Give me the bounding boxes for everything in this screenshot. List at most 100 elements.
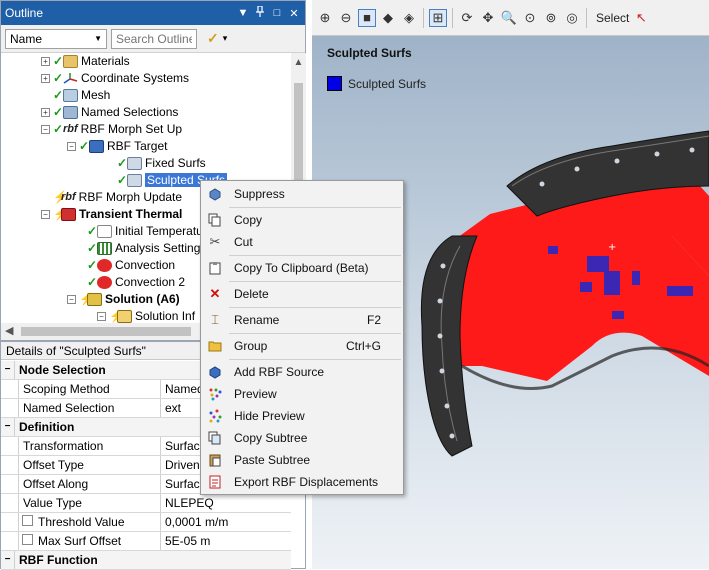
details-row-max-surf-offset[interactable]: Max Surf Offset 5E-05 m bbox=[1, 532, 291, 551]
menu-item-copy-to-clipboard[interactable]: Copy To Clipboard (Beta) bbox=[201, 257, 403, 279]
collapse-icon[interactable]: − bbox=[1, 361, 15, 379]
check-status-icon: ✓ bbox=[87, 258, 98, 272]
tree-item-label: Coordinate Systems bbox=[81, 71, 190, 85]
expand-icon[interactable]: + bbox=[41, 56, 50, 66]
panel-menu-icon[interactable]: ▼ bbox=[236, 7, 250, 19]
tree-item-transient-thermal[interactable]: − ⚡ Transient Thermal bbox=[41, 206, 182, 222]
shaded-view-icon[interactable]: ◆ bbox=[379, 9, 397, 27]
details-key: Scoping Method bbox=[19, 380, 161, 398]
menu-item-cut[interactable]: ✂ Cut bbox=[201, 231, 403, 253]
zoom-out-icon[interactable]: ⊖ bbox=[337, 9, 355, 27]
collapse-icon[interactable]: − bbox=[41, 124, 50, 134]
rbf-icon: rbf bbox=[63, 123, 78, 135]
menu-item-delete[interactable]: ✕ Delete bbox=[201, 283, 403, 305]
details-row-value-type[interactable]: Value Type NLEPEQ bbox=[1, 494, 291, 513]
delete-icon: ✕ bbox=[209, 286, 221, 301]
select-cursor-icon[interactable]: ↖ bbox=[632, 9, 650, 27]
rbf-icon: rbf bbox=[61, 191, 76, 203]
tree-item-initial-temperature[interactable]: ✓ Initial Temperatu bbox=[87, 223, 203, 239]
mesh-icon bbox=[63, 88, 78, 102]
menu-item-preview[interactable]: Preview bbox=[201, 383, 403, 405]
details-row-threshold-value[interactable]: Threshold Value 0,0001 m/m bbox=[1, 513, 291, 532]
tree-item-solution-information[interactable]: − ⚡ Solution Inf bbox=[97, 308, 195, 323]
check-status-icon: ✓ bbox=[117, 173, 128, 187]
menu-item-paste-subtree[interactable]: Paste Subtree bbox=[201, 449, 403, 471]
convection-icon bbox=[97, 275, 112, 289]
transient-thermal-icon bbox=[61, 207, 76, 221]
tree-item-rbf-target[interactable]: − ✓ RBF Target bbox=[67, 138, 167, 154]
details-value[interactable]: NLEPEQ bbox=[161, 494, 291, 512]
graphics-toolbar: ⊕ ⊖ ■ ◆ ◈ ⊞ ⟳ ✥ 🔍 ⊙ ⊚ ◎ Select ↖ bbox=[312, 0, 709, 36]
menu-item-add-rbf-source[interactable]: Add RBF Source bbox=[201, 361, 403, 383]
menu-item-copy-subtree[interactable]: Copy Subtree bbox=[201, 427, 403, 449]
tree-item-coordinate-systems[interactable]: + ✓ Coordinate Systems bbox=[41, 70, 189, 86]
tree-item-rbf-morph-update[interactable]: ⚡ rbf RBF Morph Update bbox=[53, 189, 182, 205]
group-icon bbox=[207, 338, 223, 354]
dropdown-arrow-icon[interactable]: ▾ bbox=[223, 33, 228, 44]
lightning-status-icon: ⚡ bbox=[109, 309, 124, 323]
zoom-icon[interactable]: 🔍 bbox=[500, 9, 518, 27]
search-outline-input[interactable] bbox=[111, 28, 197, 49]
collapse-icon[interactable]: − bbox=[41, 209, 50, 219]
viewport-legend: Sculpted Surfs bbox=[327, 76, 426, 91]
section-label: RBF Function bbox=[19, 553, 98, 567]
menu-item-export-rbf-displacements[interactable]: Export RBF Displacements bbox=[201, 471, 403, 493]
menu-item-rename[interactable]: ⌶ Rename F2 bbox=[201, 309, 403, 331]
details-key: Transformation bbox=[19, 437, 161, 455]
box-zoom-icon[interactable]: ⊙ bbox=[521, 9, 539, 27]
zoom-to-fit-icon[interactable]: ⊚ bbox=[542, 9, 560, 27]
tree-item-label: Mesh bbox=[81, 88, 111, 102]
select-mode-label[interactable]: Select bbox=[596, 11, 629, 25]
collapse-icon[interactable]: − bbox=[1, 418, 15, 436]
context-menu: Suppress Copy ✂ Cut Copy To Clipboard (B… bbox=[200, 180, 404, 495]
tree-item-analysis-settings[interactable]: ✓ Analysis Settings bbox=[87, 240, 206, 256]
details-key: Max Surf Offset bbox=[19, 532, 161, 550]
maximize-icon[interactable]: □ bbox=[270, 7, 284, 19]
collapse-icon[interactable]: − bbox=[97, 311, 106, 321]
tree-item-fixed-surfs[interactable]: ✓ Fixed Surfs bbox=[117, 155, 206, 171]
magnifier-icon[interactable]: ◎ bbox=[563, 9, 581, 27]
pin-icon[interactable] bbox=[253, 5, 267, 20]
pan-icon[interactable]: ✥ bbox=[479, 9, 497, 27]
tree-item-convection-2[interactable]: ✓ Convection 2 bbox=[87, 274, 185, 290]
menu-item-hide-preview[interactable]: Hide Preview bbox=[201, 405, 403, 427]
wireframe-view-icon[interactable]: ◈ bbox=[400, 9, 418, 27]
tree-item-label: Initial Temperatu bbox=[115, 224, 203, 238]
tree-item-mesh[interactable]: ✓ Mesh bbox=[53, 87, 110, 103]
expand-icon[interactable]: + bbox=[41, 107, 50, 117]
menu-item-suppress[interactable]: Suppress bbox=[201, 183, 403, 205]
parameter-checkbox[interactable] bbox=[22, 515, 33, 526]
details-key-text: Threshold Value bbox=[38, 515, 125, 529]
solid-view-icon[interactable]: ■ bbox=[358, 8, 376, 27]
filter-combo[interactable]: Name ▼ bbox=[5, 28, 107, 49]
zoom-in-icon[interactable]: ⊕ bbox=[316, 9, 334, 27]
lightning-status-icon: ⚡ bbox=[53, 190, 68, 204]
details-key: Threshold Value bbox=[19, 513, 161, 531]
scroll-up-icon[interactable]: ▲ bbox=[291, 57, 306, 68]
analysis-settings-icon bbox=[97, 241, 112, 255]
scrollbar-thumb[interactable] bbox=[21, 327, 191, 336]
box-select-icon[interactable]: ⊞ bbox=[429, 8, 447, 27]
menu-item-copy[interactable]: Copy bbox=[201, 209, 403, 231]
check-status-icon: ✓ bbox=[117, 156, 128, 170]
details-section-rbf-function[interactable]: − RBF Function bbox=[1, 551, 291, 570]
details-value[interactable]: 5E-05 m bbox=[161, 532, 291, 550]
parameter-checkbox[interactable] bbox=[22, 534, 33, 545]
tree-item-materials[interactable]: + ✓ Materials bbox=[41, 53, 130, 69]
scroll-left-icon[interactable]: ◀ bbox=[5, 324, 13, 337]
collapse-icon[interactable]: − bbox=[67, 294, 76, 304]
paste-subtree-icon bbox=[207, 452, 223, 468]
filter-check-icon[interactable]: ✓ bbox=[207, 30, 219, 47]
tree-item-convection[interactable]: ✓ Convection bbox=[87, 257, 175, 273]
tree-item-rbf-morph-set-up[interactable]: − ✓ rbf RBF Morph Set Up bbox=[41, 121, 182, 137]
tree-item-solution-a6[interactable]: − ⚡ Solution (A6) bbox=[67, 291, 180, 307]
details-value[interactable]: 0,0001 m/m bbox=[161, 513, 291, 531]
collapse-icon[interactable]: − bbox=[1, 551, 15, 569]
expand-icon[interactable]: + bbox=[41, 73, 50, 83]
rotate-icon[interactable]: ⟳ bbox=[458, 9, 476, 27]
collapse-icon[interactable]: − bbox=[67, 141, 76, 151]
close-icon[interactable]: ✕ bbox=[287, 7, 301, 20]
tree-item-named-selections[interactable]: + ✓ Named Selections bbox=[41, 104, 178, 120]
convection-icon bbox=[97, 258, 112, 272]
menu-item-group[interactable]: Group Ctrl+G bbox=[201, 335, 403, 357]
